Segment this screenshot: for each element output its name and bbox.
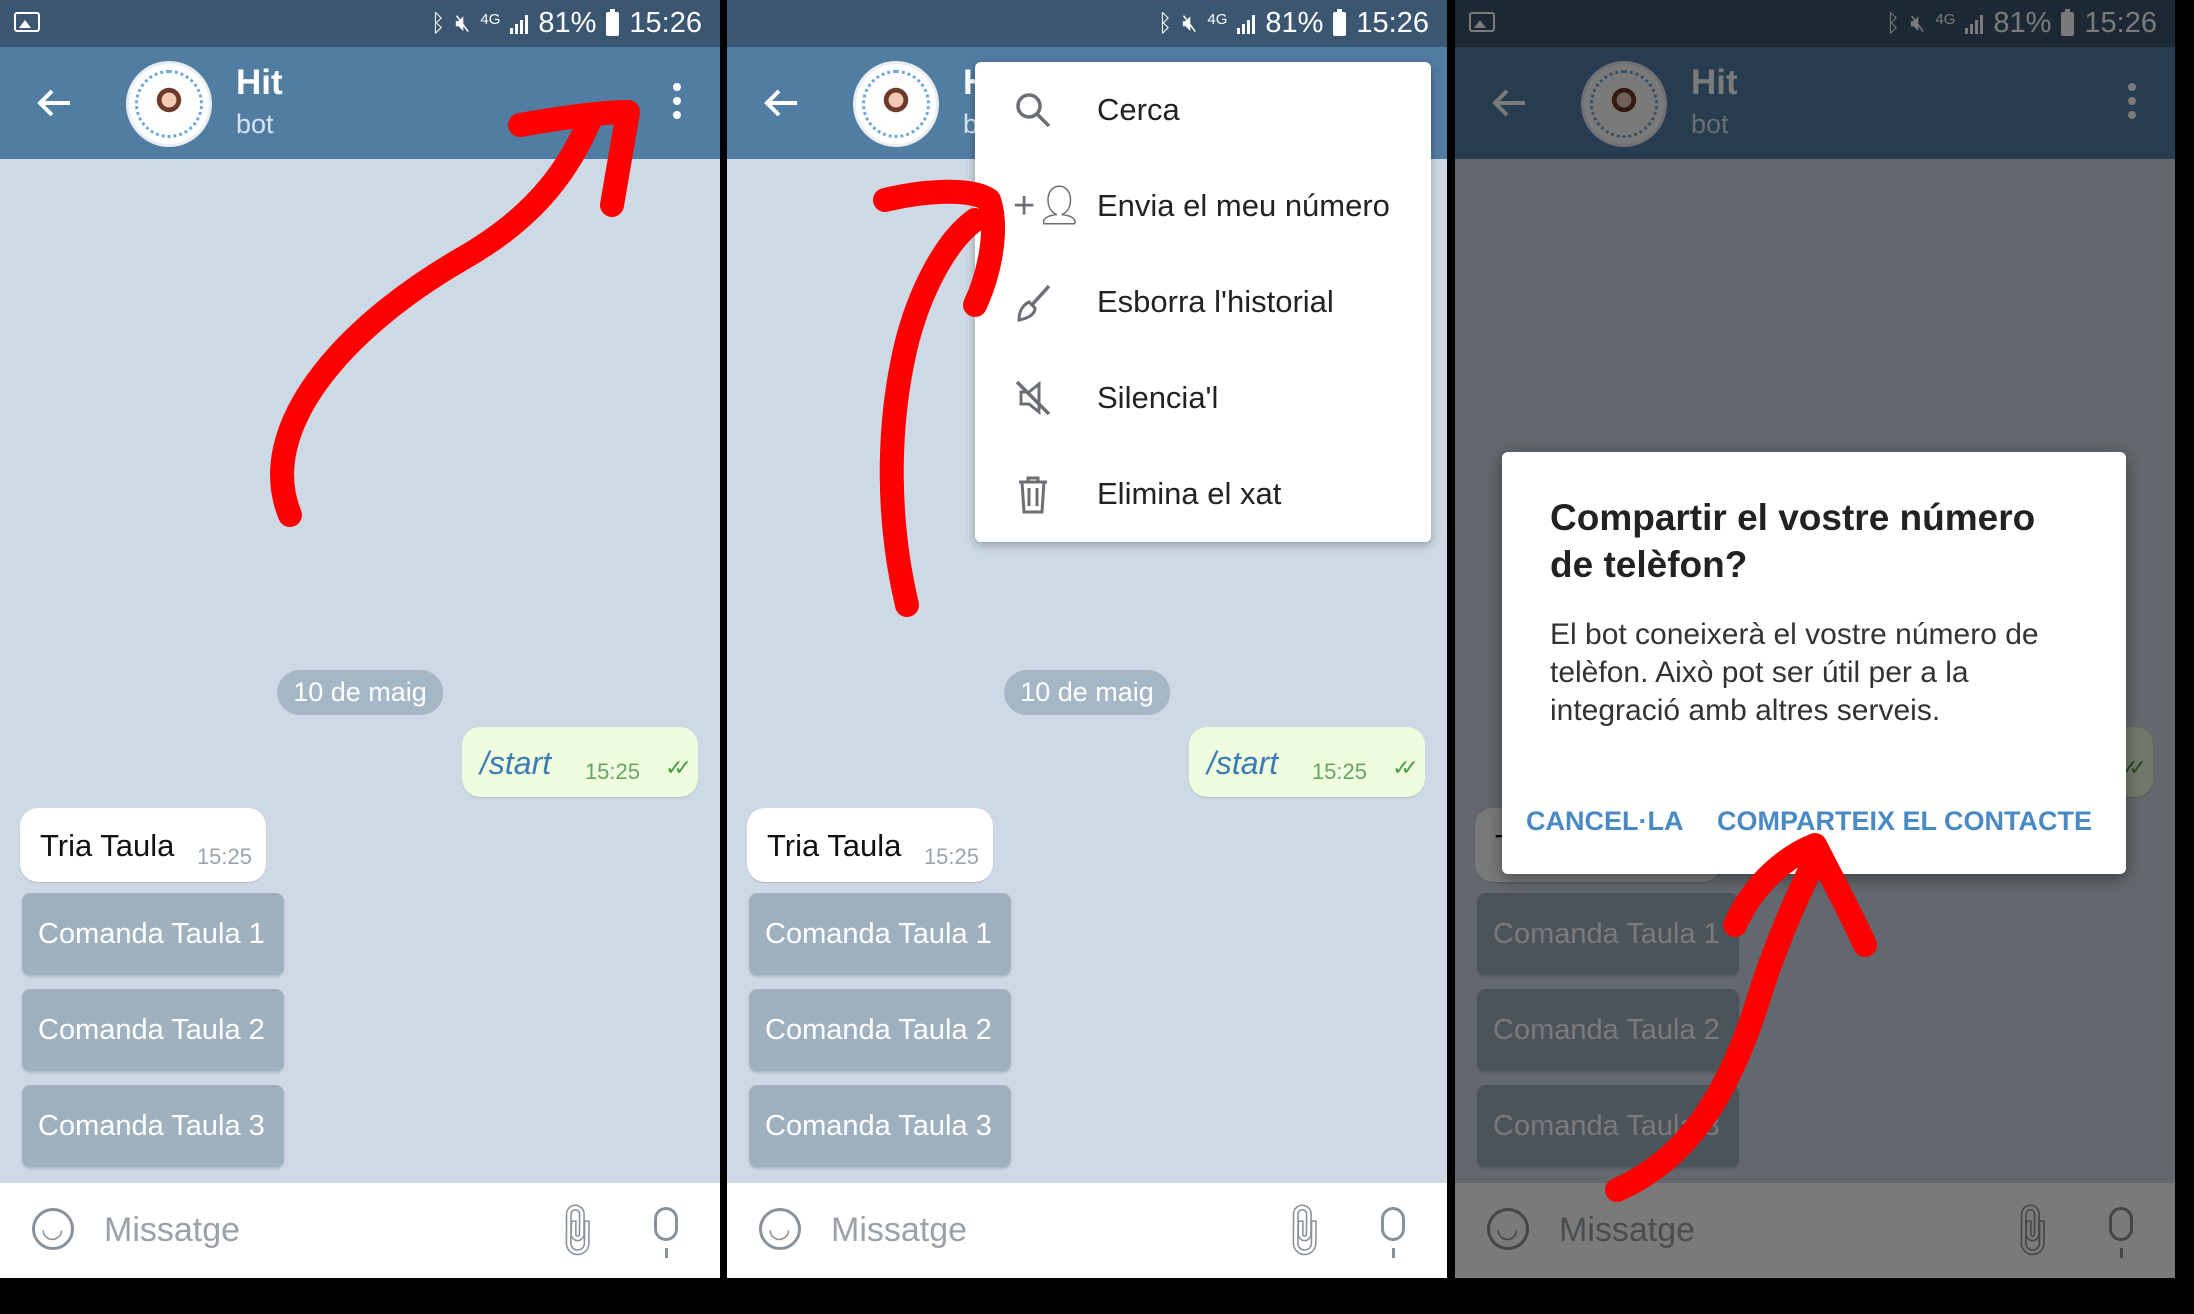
status-bar: ᛒ 🔇︎ 4G 81% 15:26 [0, 0, 720, 47]
double-check-icon: ✓✓ [665, 755, 692, 780]
incoming-message: Tria Taula 15:25 [747, 808, 993, 882]
keyboard-button-1[interactable]: Comanda Taula 1 [22, 893, 284, 975]
message-input[interactable]: Missatge [831, 1211, 967, 1250]
clock: 15:26 [1356, 7, 1429, 39]
menu-item-label: Elimina el xat [1097, 476, 1282, 511]
emoji-icon[interactable] [759, 1208, 801, 1250]
bluetooth-icon: ᛒ [1157, 9, 1173, 37]
message-text: /start [1207, 745, 1279, 781]
microphone-icon[interactable] [1381, 1207, 1405, 1258]
mute-status-icon: 🔇︎ [455, 9, 471, 37]
menu-item-label: Cerca [1097, 92, 1180, 127]
signal-icon [1237, 14, 1256, 34]
double-check-icon: ✓✓ [1392, 755, 1419, 780]
outgoing-message: /start 15:25 ✓✓ [462, 727, 698, 797]
menu-item-mute[interactable]: Silencia'l [975, 350, 1431, 446]
cancel-button[interactable]: CANCEL·LA [1526, 806, 1683, 837]
menu-item-search[interactable]: Cerca [975, 62, 1431, 158]
keyboard-button-3[interactable]: Comanda Taula 3 [749, 1085, 1011, 1167]
battery-icon [606, 8, 620, 36]
add-contact-icon: +👤︎ [1013, 185, 1084, 227]
keyboard-button-2[interactable]: Comanda Taula 2 [22, 989, 284, 1071]
chat-header: Hit bot [0, 47, 720, 159]
battery-percent: 81% [538, 7, 597, 39]
composer: Missatge 📎︎ [0, 1183, 720, 1278]
battery-percent: 81% [1265, 7, 1324, 39]
mute-status-icon: 🔇︎ [1182, 9, 1198, 37]
dialog-body: El bot coneixerà el vostre número de tel… [1550, 618, 2039, 727]
message-text: Tria Taula [40, 828, 175, 863]
message-input[interactable]: Missatge [104, 1211, 240, 1250]
chat-title[interactable]: Hit [236, 63, 283, 103]
menu-item-delete-chat[interactable]: Elimina el xat [975, 446, 1431, 542]
message-text: Tria Taula [767, 828, 902, 863]
network-type: 4G [480, 11, 501, 28]
network-type: 4G [1207, 11, 1228, 28]
keyboard-button-1[interactable]: Comanda Taula 1 [749, 893, 1011, 975]
keyboard-button-2[interactable]: Comanda Taula 2 [749, 989, 1011, 1071]
menu-item-send-number[interactable]: +👤︎ Envia el meu número [975, 158, 1431, 254]
screen-2: ᛒ 🔇︎ 4G 81% 15:26 Hit bot 10 de maig /st… [727, 0, 1447, 1278]
composer: Missatge 📎︎ [727, 1183, 1447, 1278]
date-chip: 10 de maig [1004, 670, 1170, 715]
attach-icon[interactable]: 📎︎ [1269, 1196, 1338, 1265]
dialog-title: Compartir el vostre número de telèfon? [1550, 497, 2036, 585]
bluetooth-icon: ᛒ [430, 9, 446, 37]
screen-1: ᛒ 🔇︎ 4G 81% 15:26 Hit bot 10 de maig /st… [0, 0, 720, 1278]
menu-item-label: Esborra l'historial [1097, 284, 1334, 319]
broom-icon [1017, 284, 1051, 322]
chat-subtitle: bot [236, 109, 274, 139]
menu-item-clear-history[interactable]: Esborra l'historial [975, 254, 1431, 350]
gallery-notification-icon [14, 12, 40, 32]
menu-item-label: Silencia'l [1097, 380, 1219, 415]
avatar[interactable] [853, 61, 939, 147]
screen-3: ᛒ 🔇︎ 4G 81% 15:26 Hit bot 10 de maig /st… [1455, 0, 2175, 1278]
message-time: 15:25 [196, 844, 252, 869]
more-options-icon[interactable] [672, 83, 682, 119]
menu-item-label: Envia el meu número [1097, 188, 1390, 223]
date-chip: 10 de maig [277, 670, 443, 715]
clock: 15:26 [629, 7, 702, 39]
keyboard-button-3[interactable]: Comanda Taula 3 [22, 1085, 284, 1167]
attach-icon[interactable]: 📎︎ [542, 1196, 611, 1265]
battery-icon [1333, 8, 1347, 36]
overflow-menu: Cerca +👤︎ Envia el meu número Esborra l'… [975, 62, 1431, 542]
emoji-icon[interactable] [32, 1208, 74, 1250]
back-arrow-icon[interactable] [34, 83, 74, 123]
message-time: 15:25 [1311, 759, 1367, 784]
share-contact-button[interactable]: COMPARTEIX EL CONTACTE [1717, 806, 2092, 837]
outgoing-message: /start 15:25 ✓✓ [1189, 727, 1425, 797]
microphone-icon[interactable] [654, 1207, 678, 1258]
back-arrow-icon[interactable] [761, 83, 801, 123]
trash-icon [1019, 476, 1047, 514]
signal-icon [510, 14, 529, 34]
message-time: 15:25 [584, 759, 640, 784]
message-time: 15:25 [923, 844, 979, 869]
share-number-dialog: Compartir el vostre número de telèfon? E… [1502, 452, 2126, 874]
message-text: /start [480, 745, 552, 781]
search-icon [1016, 93, 1051, 128]
avatar[interactable] [126, 61, 212, 147]
status-bar: ᛒ 🔇︎ 4G 81% 15:26 [727, 0, 1447, 47]
incoming-message: Tria Taula 15:25 [20, 808, 266, 882]
mute-icon [1015, 380, 1051, 416]
